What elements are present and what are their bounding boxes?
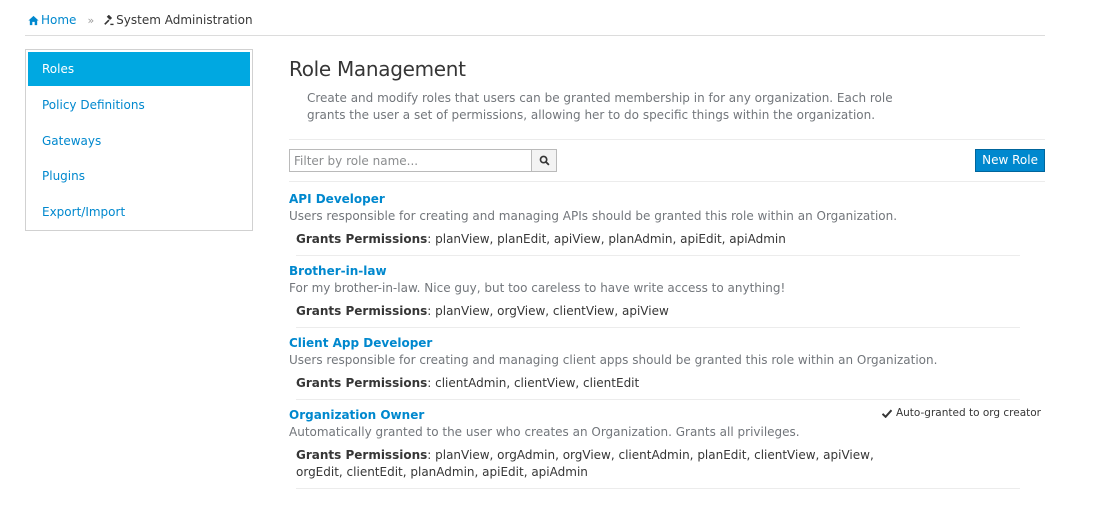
permissions-label: Grants Permissions — [296, 376, 428, 390]
permissions-label: Grants Permissions — [296, 304, 428, 318]
search-button[interactable] — [531, 149, 557, 172]
role-description: Automatically granted to the user who cr… — [289, 425, 800, 439]
role-description: For my brother-in-law. Nice guy, but too… — [289, 281, 786, 295]
admin-sidebar: Roles Policy Definitions Gateways Plugin… — [25, 49, 253, 231]
search-icon — [539, 155, 550, 166]
permissions-label: Grants Permissions — [296, 232, 428, 246]
role-item: Organization Owner Auto-granted to org c… — [289, 407, 1045, 489]
permissions-colon: : — [427, 304, 436, 318]
role-permissions: Grants Permissions: planView, orgAdmin, … — [296, 447, 876, 481]
permissions-value: clientAdmin, clientView, clientEdit — [435, 376, 640, 390]
role-name-link[interactable]: API Developer — [289, 191, 385, 208]
role-permissions: Grants Permissions: planView, orgView, c… — [296, 303, 876, 320]
role-name-link[interactable]: Organization Owner — [289, 407, 424, 424]
role-divider — [296, 255, 1020, 256]
roles-toolbar: New Role — [289, 149, 1045, 172]
sidebar-item-export-import[interactable]: Export/Import — [28, 195, 250, 231]
role-permissions: Grants Permissions: clientAdmin, clientV… — [296, 375, 876, 392]
breadcrumb-current-label: System Administration — [116, 13, 253, 27]
role-description: Users responsible for creating and manag… — [289, 209, 898, 223]
toolbar-bottom-divider — [289, 181, 1045, 182]
breadcrumb-home-label: Home — [41, 13, 77, 27]
role-item: Brother-in-law For my brother-in-law. Ni… — [289, 263, 1045, 328]
sidebar-item-plugins[interactable]: Plugins — [28, 159, 250, 195]
role-divider — [296, 488, 1020, 489]
role-item: Client App Developer Users responsible f… — [289, 335, 1045, 400]
toolbar-top-divider — [289, 139, 1045, 140]
role-item: API Developer Users responsible for crea… — [289, 191, 1045, 256]
filter-roles-input[interactable] — [289, 149, 532, 172]
breadcrumb-separator: » — [87, 13, 95, 27]
sidebar-item-roles[interactable]: Roles — [28, 52, 250, 86]
role-divider — [296, 399, 1020, 400]
permissions-label: Grants Permissions — [296, 448, 428, 462]
permissions-colon: : — [427, 448, 436, 462]
sidebar-item-policy-definitions[interactable]: Policy Definitions — [28, 88, 250, 124]
role-name-link[interactable]: Brother-in-law — [289, 263, 387, 280]
page-description: Create and modify roles that users can b… — [307, 91, 893, 122]
new-role-button[interactable]: New Role — [975, 149, 1045, 172]
auto-granted-label: Auto-granted to org creator — [895, 407, 1041, 419]
role-divider — [296, 327, 1020, 328]
sidebar-item-gateways[interactable]: Gateways — [28, 124, 250, 160]
role-description: Users responsible for creating and manag… — [289, 353, 938, 367]
role-permissions: Grants Permissions: planView, planEdit, … — [296, 231, 876, 248]
auto-granted-badge: Auto-granted to org creator — [881, 407, 1041, 419]
roles-list: API Developer Users responsible for crea… — [289, 191, 1045, 496]
permissions-value: planView, orgView, clientView, apiView — [435, 304, 669, 318]
main-content: Role Management Create and modify roles … — [289, 56, 1045, 124]
page-title: Role Management — [289, 57, 466, 81]
home-icon — [28, 15, 39, 25]
checkmark-icon — [881, 409, 892, 418]
breadcrumb-home-link[interactable]: Home — [28, 13, 76, 27]
gavel-icon — [104, 14, 114, 25]
breadcrumb: Home » System Administration — [28, 11, 253, 29]
role-name-link[interactable]: Client App Developer — [289, 335, 432, 352]
breadcrumb-current: System Administration — [103, 13, 253, 27]
permissions-colon: : — [427, 376, 436, 390]
permissions-value: planView, planEdit, apiView, planAdmin, … — [435, 232, 786, 246]
permissions-colon: : — [427, 232, 436, 246]
header-divider — [25, 35, 1045, 36]
